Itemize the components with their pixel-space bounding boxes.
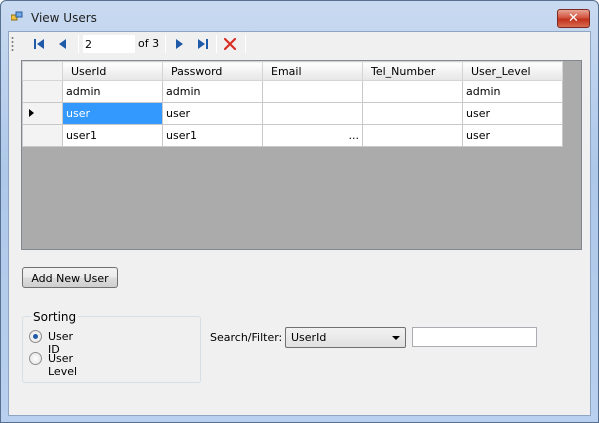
- move-previous-icon: [59, 39, 66, 49]
- cell-email-text: ...: [348, 129, 360, 142]
- cell-password[interactable]: admin: [162, 80, 263, 103]
- table-row[interactable]: admin admin admin: [22, 80, 563, 103]
- table-row[interactable]: user1 user1 ... user: [22, 124, 563, 147]
- filter-field-value: UserId: [291, 331, 327, 344]
- column-header-email[interactable]: Email: [262, 61, 363, 81]
- row-header[interactable]: [22, 80, 63, 103]
- view-users-window: View Users ✕ of 3: [0, 0, 599, 423]
- row-header[interactable]: [22, 102, 63, 125]
- toolbar-separator: [78, 35, 79, 53]
- row-header[interactable]: [22, 124, 63, 147]
- cell-tel-number[interactable]: [362, 102, 463, 125]
- form-client-area: of 3: [8, 31, 591, 416]
- header-row: UserId Password Email Tel_Number User_Le…: [22, 61, 563, 81]
- cell-tel-number[interactable]: [362, 80, 463, 103]
- toolbar-grip[interactable]: [11, 36, 14, 52]
- users-data-grid[interactable]: UserId Password Email Tel_Number User_Le…: [21, 60, 582, 250]
- record-count-label: of 3: [138, 37, 160, 50]
- radio-label-user-level: User Level: [48, 352, 78, 378]
- table-row-current[interactable]: user user user: [22, 102, 563, 125]
- move-last-button[interactable]: [193, 35, 213, 53]
- toolbar-separator: [165, 35, 166, 53]
- cell-userid[interactable]: admin: [62, 80, 163, 103]
- cell-user-level[interactable]: user: [462, 102, 563, 125]
- radio-user-level[interactable]: [29, 352, 42, 365]
- cell-password[interactable]: user1: [162, 124, 263, 147]
- toolbar-separator: [216, 35, 217, 53]
- delete-icon: [224, 38, 236, 50]
- filter-field-dropdown[interactable]: UserId: [285, 327, 406, 348]
- move-next-icon: [176, 39, 183, 49]
- column-header-tel-number[interactable]: Tel_Number: [362, 61, 463, 81]
- cell-email[interactable]: [262, 80, 363, 103]
- move-first-icon: [34, 39, 44, 49]
- search-input[interactable]: [412, 327, 537, 347]
- close-button[interactable]: ✕: [557, 9, 590, 28]
- move-next-button[interactable]: [169, 35, 189, 53]
- delete-button[interactable]: [220, 35, 240, 53]
- toolbar-separator: [245, 35, 246, 53]
- close-icon: ✕: [568, 11, 579, 26]
- cell-email[interactable]: ...: [262, 124, 363, 147]
- binding-navigator: of 3: [9, 32, 269, 56]
- cell-password[interactable]: user: [162, 102, 263, 125]
- move-previous-button[interactable]: [53, 35, 73, 53]
- app-icon: [11, 11, 23, 21]
- cell-user-level[interactable]: admin: [462, 80, 563, 103]
- cell-userid[interactable]: user1: [62, 124, 163, 147]
- title-bar[interactable]: View Users ✕: [1, 1, 598, 31]
- column-header-user-level[interactable]: User_Level: [462, 61, 563, 81]
- sorting-groupbox: Sorting User ID User Level: [22, 310, 201, 383]
- corner-header-cell[interactable]: [22, 61, 63, 81]
- cell-email[interactable]: [262, 102, 363, 125]
- chevron-down-icon: [392, 336, 400, 340]
- position-input[interactable]: [83, 35, 135, 53]
- users-table: UserId Password Email Tel_Number User_Le…: [22, 61, 563, 147]
- cell-tel-number[interactable]: [362, 124, 463, 147]
- sorting-legend: Sorting: [31, 310, 79, 324]
- cell-userid[interactable]: user: [62, 102, 163, 125]
- column-header-password[interactable]: Password: [162, 61, 263, 81]
- cell-user-level[interactable]: user: [462, 124, 563, 147]
- window-title: View Users: [31, 11, 97, 25]
- radio-user-id[interactable]: [29, 330, 42, 343]
- column-header-userid[interactable]: UserId: [62, 61, 163, 81]
- search-filter-label: Search/Filter:: [210, 331, 283, 344]
- current-row-arrow-icon: [29, 109, 34, 117]
- add-new-user-button[interactable]: Add New User: [22, 267, 118, 288]
- move-last-icon: [198, 39, 208, 49]
- move-first-button[interactable]: [29, 35, 49, 53]
